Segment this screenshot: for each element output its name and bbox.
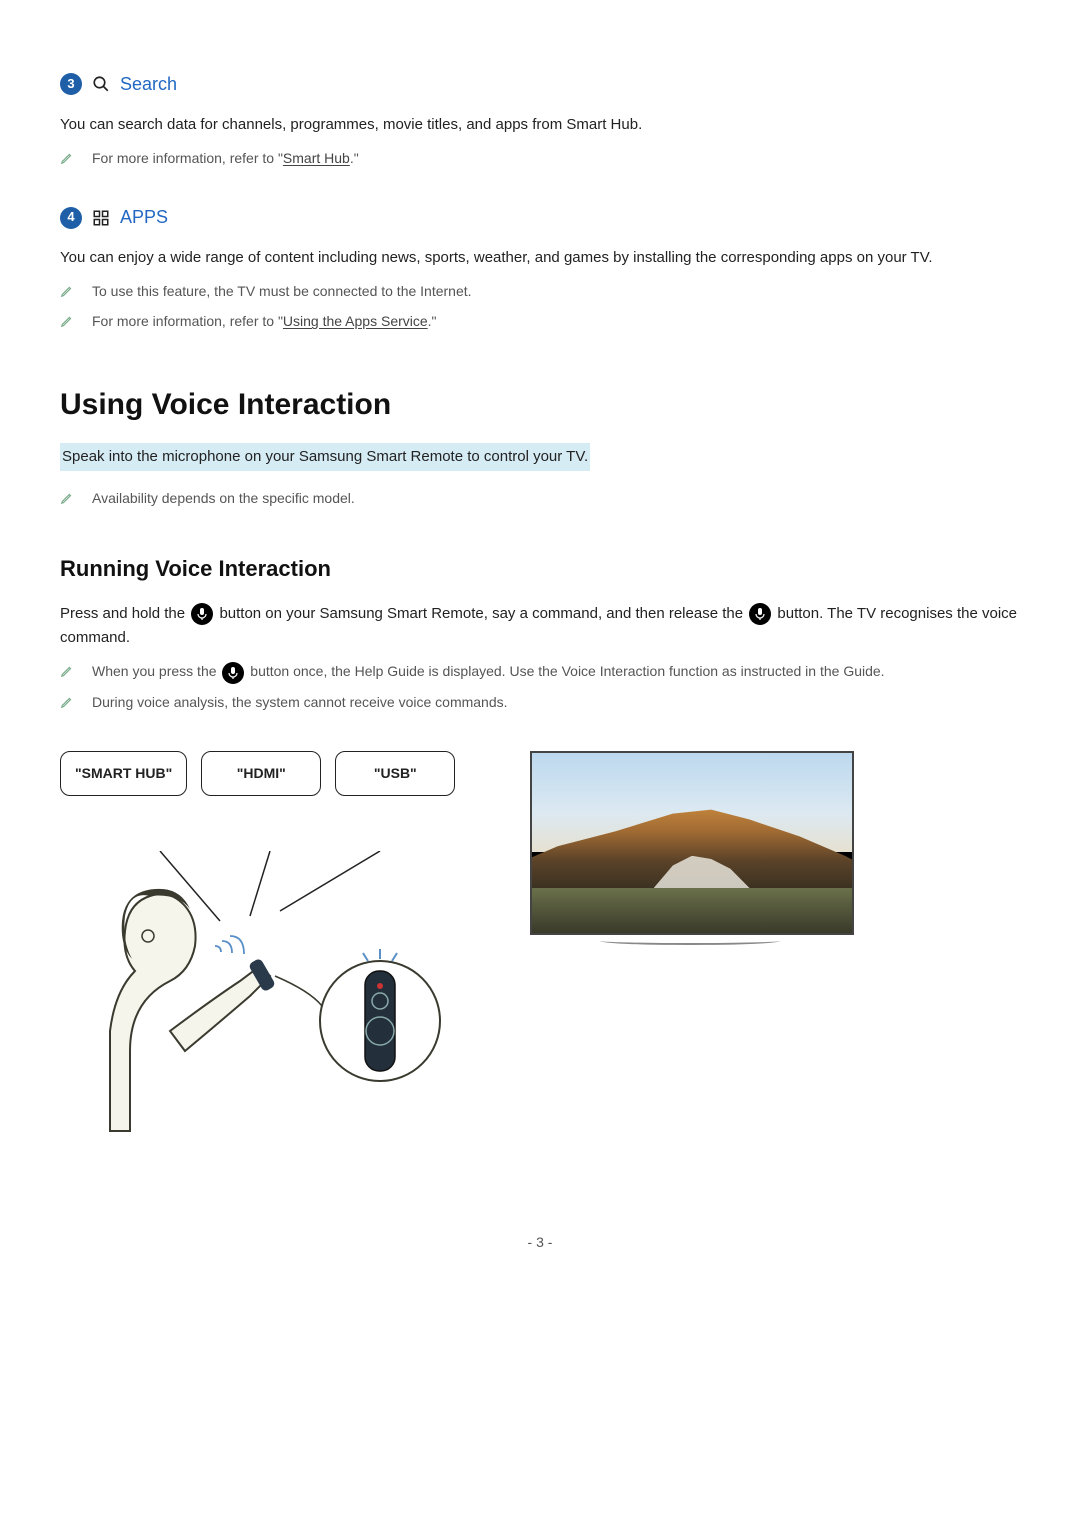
apps-grid-icon xyxy=(92,209,110,227)
microphone-button-icon xyxy=(749,603,771,625)
tv-illustration xyxy=(530,751,854,945)
running-voice-body: Press and hold the button on your Samsun… xyxy=(60,602,1020,650)
section-4-note-1: To use this feature, the TV must be conn… xyxy=(60,280,1020,304)
section-3-note: For more information, refer to "Smart Hu… xyxy=(60,147,1020,171)
section-4-note-2: For more information, refer to "Using th… xyxy=(60,310,1020,334)
note-text: button once, the Help Guide is displayed… xyxy=(250,663,884,679)
person-remote-illustration xyxy=(100,851,480,1141)
running-voice-note-1: When you press the button once, the Help… xyxy=(60,660,1020,684)
pencil-icon xyxy=(60,662,74,684)
pencil-icon xyxy=(60,282,74,304)
note-text: Availability depends on the specific mod… xyxy=(92,487,1020,509)
note-text: To use this feature, the TV must be conn… xyxy=(92,280,1020,302)
search-icon xyxy=(92,75,110,93)
section-3-body: You can search data for channels, progra… xyxy=(60,113,1020,137)
note-text: For more information, refer to " xyxy=(92,313,283,329)
voice-command-usb: "USB" xyxy=(335,751,455,795)
voice-illustration: "SMART HUB" "HDMI" "USB" xyxy=(60,751,1020,1141)
pencil-icon xyxy=(60,149,74,171)
pencil-icon xyxy=(60,312,74,334)
pencil-icon xyxy=(60,489,74,511)
microphone-button-icon xyxy=(191,603,213,625)
section-4-heading: 4 APPS xyxy=(60,203,1020,232)
note-text: ." xyxy=(428,313,437,329)
running-voice-note-2: During voice analysis, the system cannot… xyxy=(60,691,1020,715)
section-3-title: Search xyxy=(120,70,177,99)
running-voice-title: Running Voice Interaction xyxy=(60,551,1020,586)
section-4-title: APPS xyxy=(120,203,168,232)
voice-interaction-subtitle: Speak into the microphone on your Samsun… xyxy=(60,443,1020,471)
note-text: For more information, refer to " xyxy=(92,150,283,166)
voice-interaction-note: Availability depends on the specific mod… xyxy=(60,487,1020,511)
note-text: ." xyxy=(350,150,359,166)
voice-command-hdmi: "HDMI" xyxy=(201,751,321,795)
note-text: When you press the xyxy=(92,663,220,679)
voice-command-smart-hub: "SMART HUB" xyxy=(60,751,187,795)
pencil-icon xyxy=(60,693,74,715)
link-smart-hub[interactable]: Smart Hub xyxy=(283,150,350,166)
badge-4: 4 xyxy=(60,207,82,229)
badge-3: 3 xyxy=(60,73,82,95)
link-apps-service[interactable]: Using the Apps Service xyxy=(283,313,428,329)
page-number: - 3 - xyxy=(60,1231,1020,1253)
microphone-button-icon xyxy=(222,662,244,684)
section-3-heading: 3 Search xyxy=(60,70,1020,99)
voice-interaction-title: Using Voice Interaction xyxy=(60,381,1020,429)
note-text: During voice analysis, the system cannot… xyxy=(92,691,1020,713)
section-4-body: You can enjoy a wide range of content in… xyxy=(60,246,1020,270)
